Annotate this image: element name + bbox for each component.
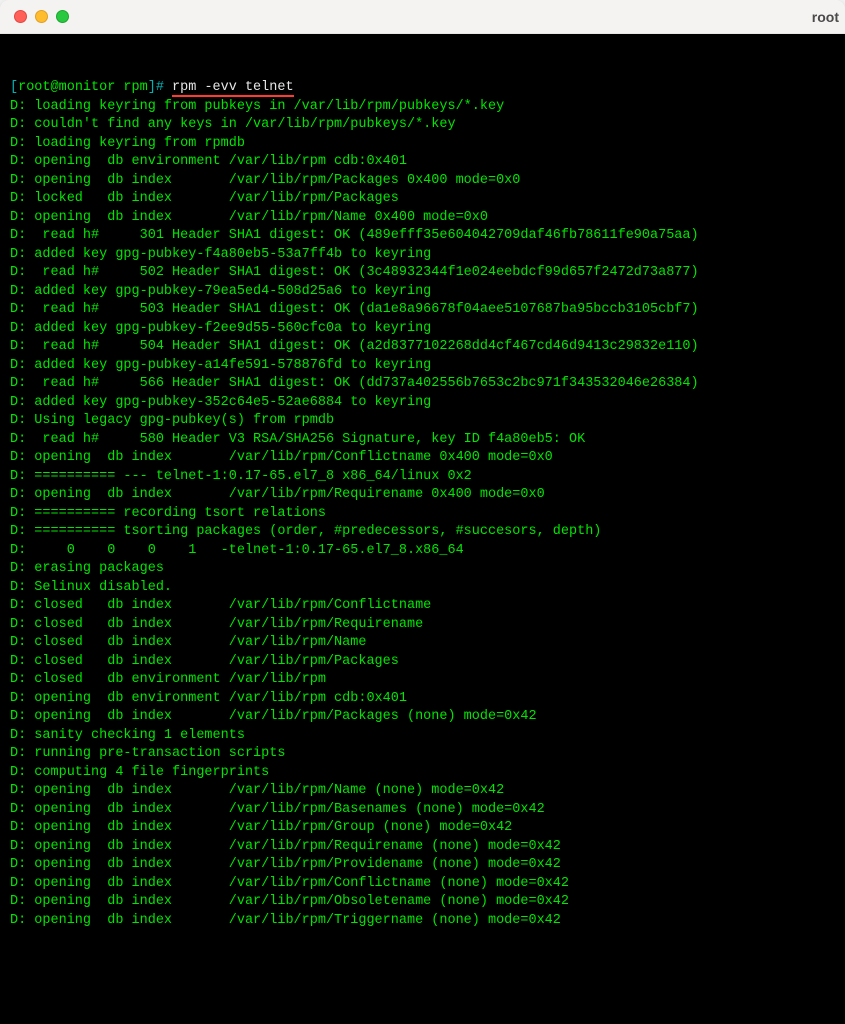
output-line: D: opening db index /var/lib/rpm/Require…	[10, 486, 835, 505]
output-line: D: read h# 503 Header SHA1 digest: OK (d…	[10, 301, 835, 320]
output-line: D: opening db index /var/lib/rpm/Package…	[10, 172, 835, 191]
output-line: D: opening db environment /var/lib/rpm c…	[10, 690, 835, 709]
output-line: D: read h# 504 Header SHA1 digest: OK (a…	[10, 338, 835, 357]
output-line: D: added key gpg-pubkey-352c64e5-52ae688…	[10, 394, 835, 413]
prompt-user-host: root@monitor rpm	[18, 80, 148, 95]
output-line: D: opening db index /var/lib/rpm/Group (…	[10, 819, 835, 838]
traffic-lights	[14, 10, 69, 23]
output-line: D: Using legacy gpg-pubkey(s) from rpmdb	[10, 412, 835, 431]
output-line: D: opening db index /var/lib/rpm/Conflic…	[10, 449, 835, 468]
close-icon[interactable]	[14, 10, 27, 23]
prompt-bracket-open: [	[10, 80, 18, 95]
output-line: D: sanity checking 1 elements	[10, 727, 835, 746]
output-line: D: read h# 580 Header V3 RSA/SHA256 Sign…	[10, 431, 835, 450]
output-line: D: closed db environment /var/lib/rpm	[10, 671, 835, 690]
prompt-line: [root@monitor rpm]# rpm -evv telnet	[10, 79, 835, 98]
command-text: rpm -evv telnet	[172, 80, 294, 97]
output-line: D: opening db index /var/lib/rpm/Obsolet…	[10, 893, 835, 912]
output-line: D: opening db index /var/lib/rpm/Basenam…	[10, 801, 835, 820]
output-line: D: couldn't find any keys in /var/lib/rp…	[10, 116, 835, 135]
output-line: D: loading keyring from rpmdb	[10, 135, 835, 154]
prompt-bracket-close: ]#	[148, 80, 172, 95]
terminal-body[interactable]: [root@monitor rpm]# rpm -evv telnetD: lo…	[0, 34, 845, 1024]
output-line: D: opening db index /var/lib/rpm/Package…	[10, 708, 835, 727]
output-line: D: opening db index /var/lib/rpm/Conflic…	[10, 875, 835, 894]
output-line: D: locked db index /var/lib/rpm/Packages	[10, 190, 835, 209]
output-line: D: added key gpg-pubkey-f2ee9d55-560cfc0…	[10, 320, 835, 339]
output-line: D: ========== --- telnet-1:0.17-65.el7_8…	[10, 468, 835, 487]
output-line: D: erasing packages	[10, 560, 835, 579]
output-line: D: ========== tsorting packages (order, …	[10, 523, 835, 542]
output-line: D: opening db index /var/lib/rpm/Trigger…	[10, 912, 835, 931]
output-line: D: closed db index /var/lib/rpm/Requiren…	[10, 616, 835, 635]
output-line: D: computing 4 file fingerprints	[10, 764, 835, 783]
maximize-icon[interactable]	[56, 10, 69, 23]
output-line: D: read h# 502 Header SHA1 digest: OK (3…	[10, 264, 835, 283]
output-line: D: closed db index /var/lib/rpm/Conflict…	[10, 597, 835, 616]
output-line: D: running pre-transaction scripts	[10, 745, 835, 764]
output-line: D: loading keyring from pubkeys in /var/…	[10, 98, 835, 117]
output-line: D: closed db index /var/lib/rpm/Name	[10, 634, 835, 653]
output-line: D: Selinux disabled.	[10, 579, 835, 598]
terminal-output: D: loading keyring from pubkeys in /var/…	[10, 98, 835, 931]
output-line: D: read h# 301 Header SHA1 digest: OK (4…	[10, 227, 835, 246]
window-titlebar[interactable]: root	[0, 0, 845, 34]
output-line: D: read h# 566 Header SHA1 digest: OK (d…	[10, 375, 835, 394]
output-line: D: opening db environment /var/lib/rpm c…	[10, 153, 835, 172]
minimize-icon[interactable]	[35, 10, 48, 23]
output-line: D: opening db index /var/lib/rpm/Provide…	[10, 856, 835, 875]
terminal-window: root [root@monitor rpm]# rpm -evv telnet…	[0, 0, 845, 1024]
output-line: D: added key gpg-pubkey-f4a80eb5-53a7ff4…	[10, 246, 835, 265]
output-line: D: opening db index /var/lib/rpm/Name (n…	[10, 782, 835, 801]
output-line: D: opening db index /var/lib/rpm/Require…	[10, 838, 835, 857]
output-line: D: added key gpg-pubkey-a14fe591-578876f…	[10, 357, 835, 376]
output-line: D: opening db index /var/lib/rpm/Name 0x…	[10, 209, 835, 228]
output-line: D: added key gpg-pubkey-79ea5ed4-508d25a…	[10, 283, 835, 302]
window-title: root	[812, 9, 839, 25]
output-line: D: 0 0 0 1 -telnet-1:0.17-65.el7_8.x86_6…	[10, 542, 835, 561]
output-line: D: closed db index /var/lib/rpm/Packages	[10, 653, 835, 672]
output-line: D: ========== recording tsort relations	[10, 505, 835, 524]
